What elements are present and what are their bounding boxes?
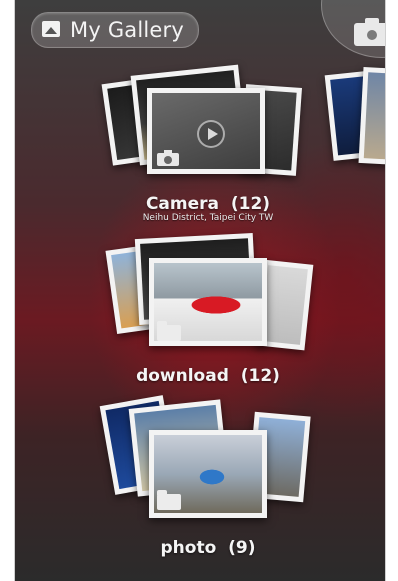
album-photo[interactable]: photo (9) bbox=[15, 0, 385, 581]
gallery-screen: My Gallery Camera (12) Neihu District, T… bbox=[14, 0, 386, 581]
album-label: photo (9) bbox=[160, 538, 256, 558]
folder-icon bbox=[157, 490, 181, 510]
